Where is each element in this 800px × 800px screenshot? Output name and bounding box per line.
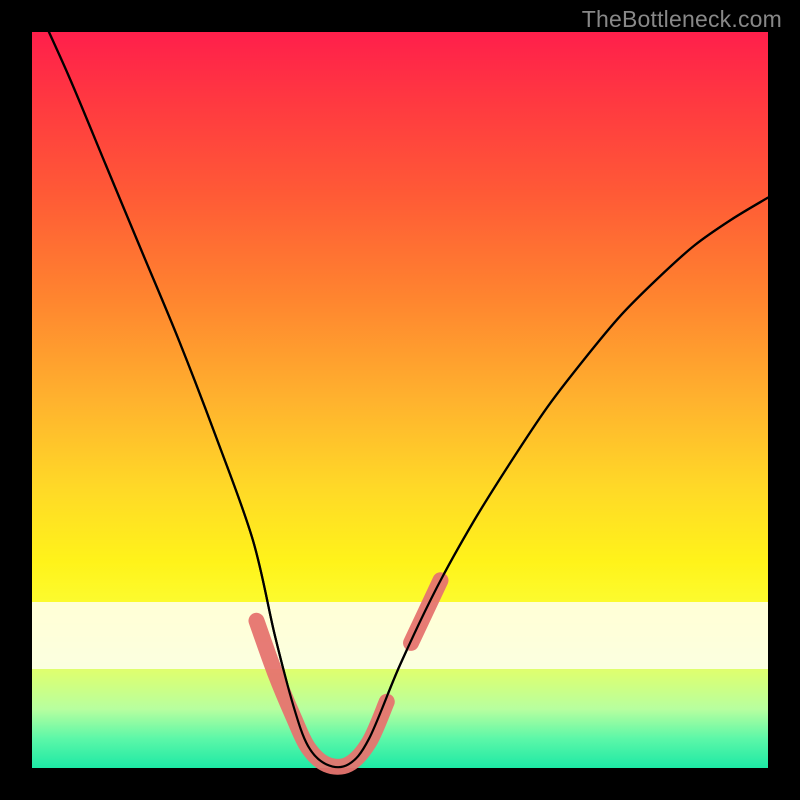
chart-frame: TheBottleneck.com [0, 0, 800, 800]
curve-line [32, 0, 768, 767]
watermark-text: TheBottleneck.com [582, 6, 782, 33]
bottleneck-curve [32, 32, 768, 768]
curve-line-overlay [32, 0, 768, 767]
plot-area [32, 32, 768, 768]
